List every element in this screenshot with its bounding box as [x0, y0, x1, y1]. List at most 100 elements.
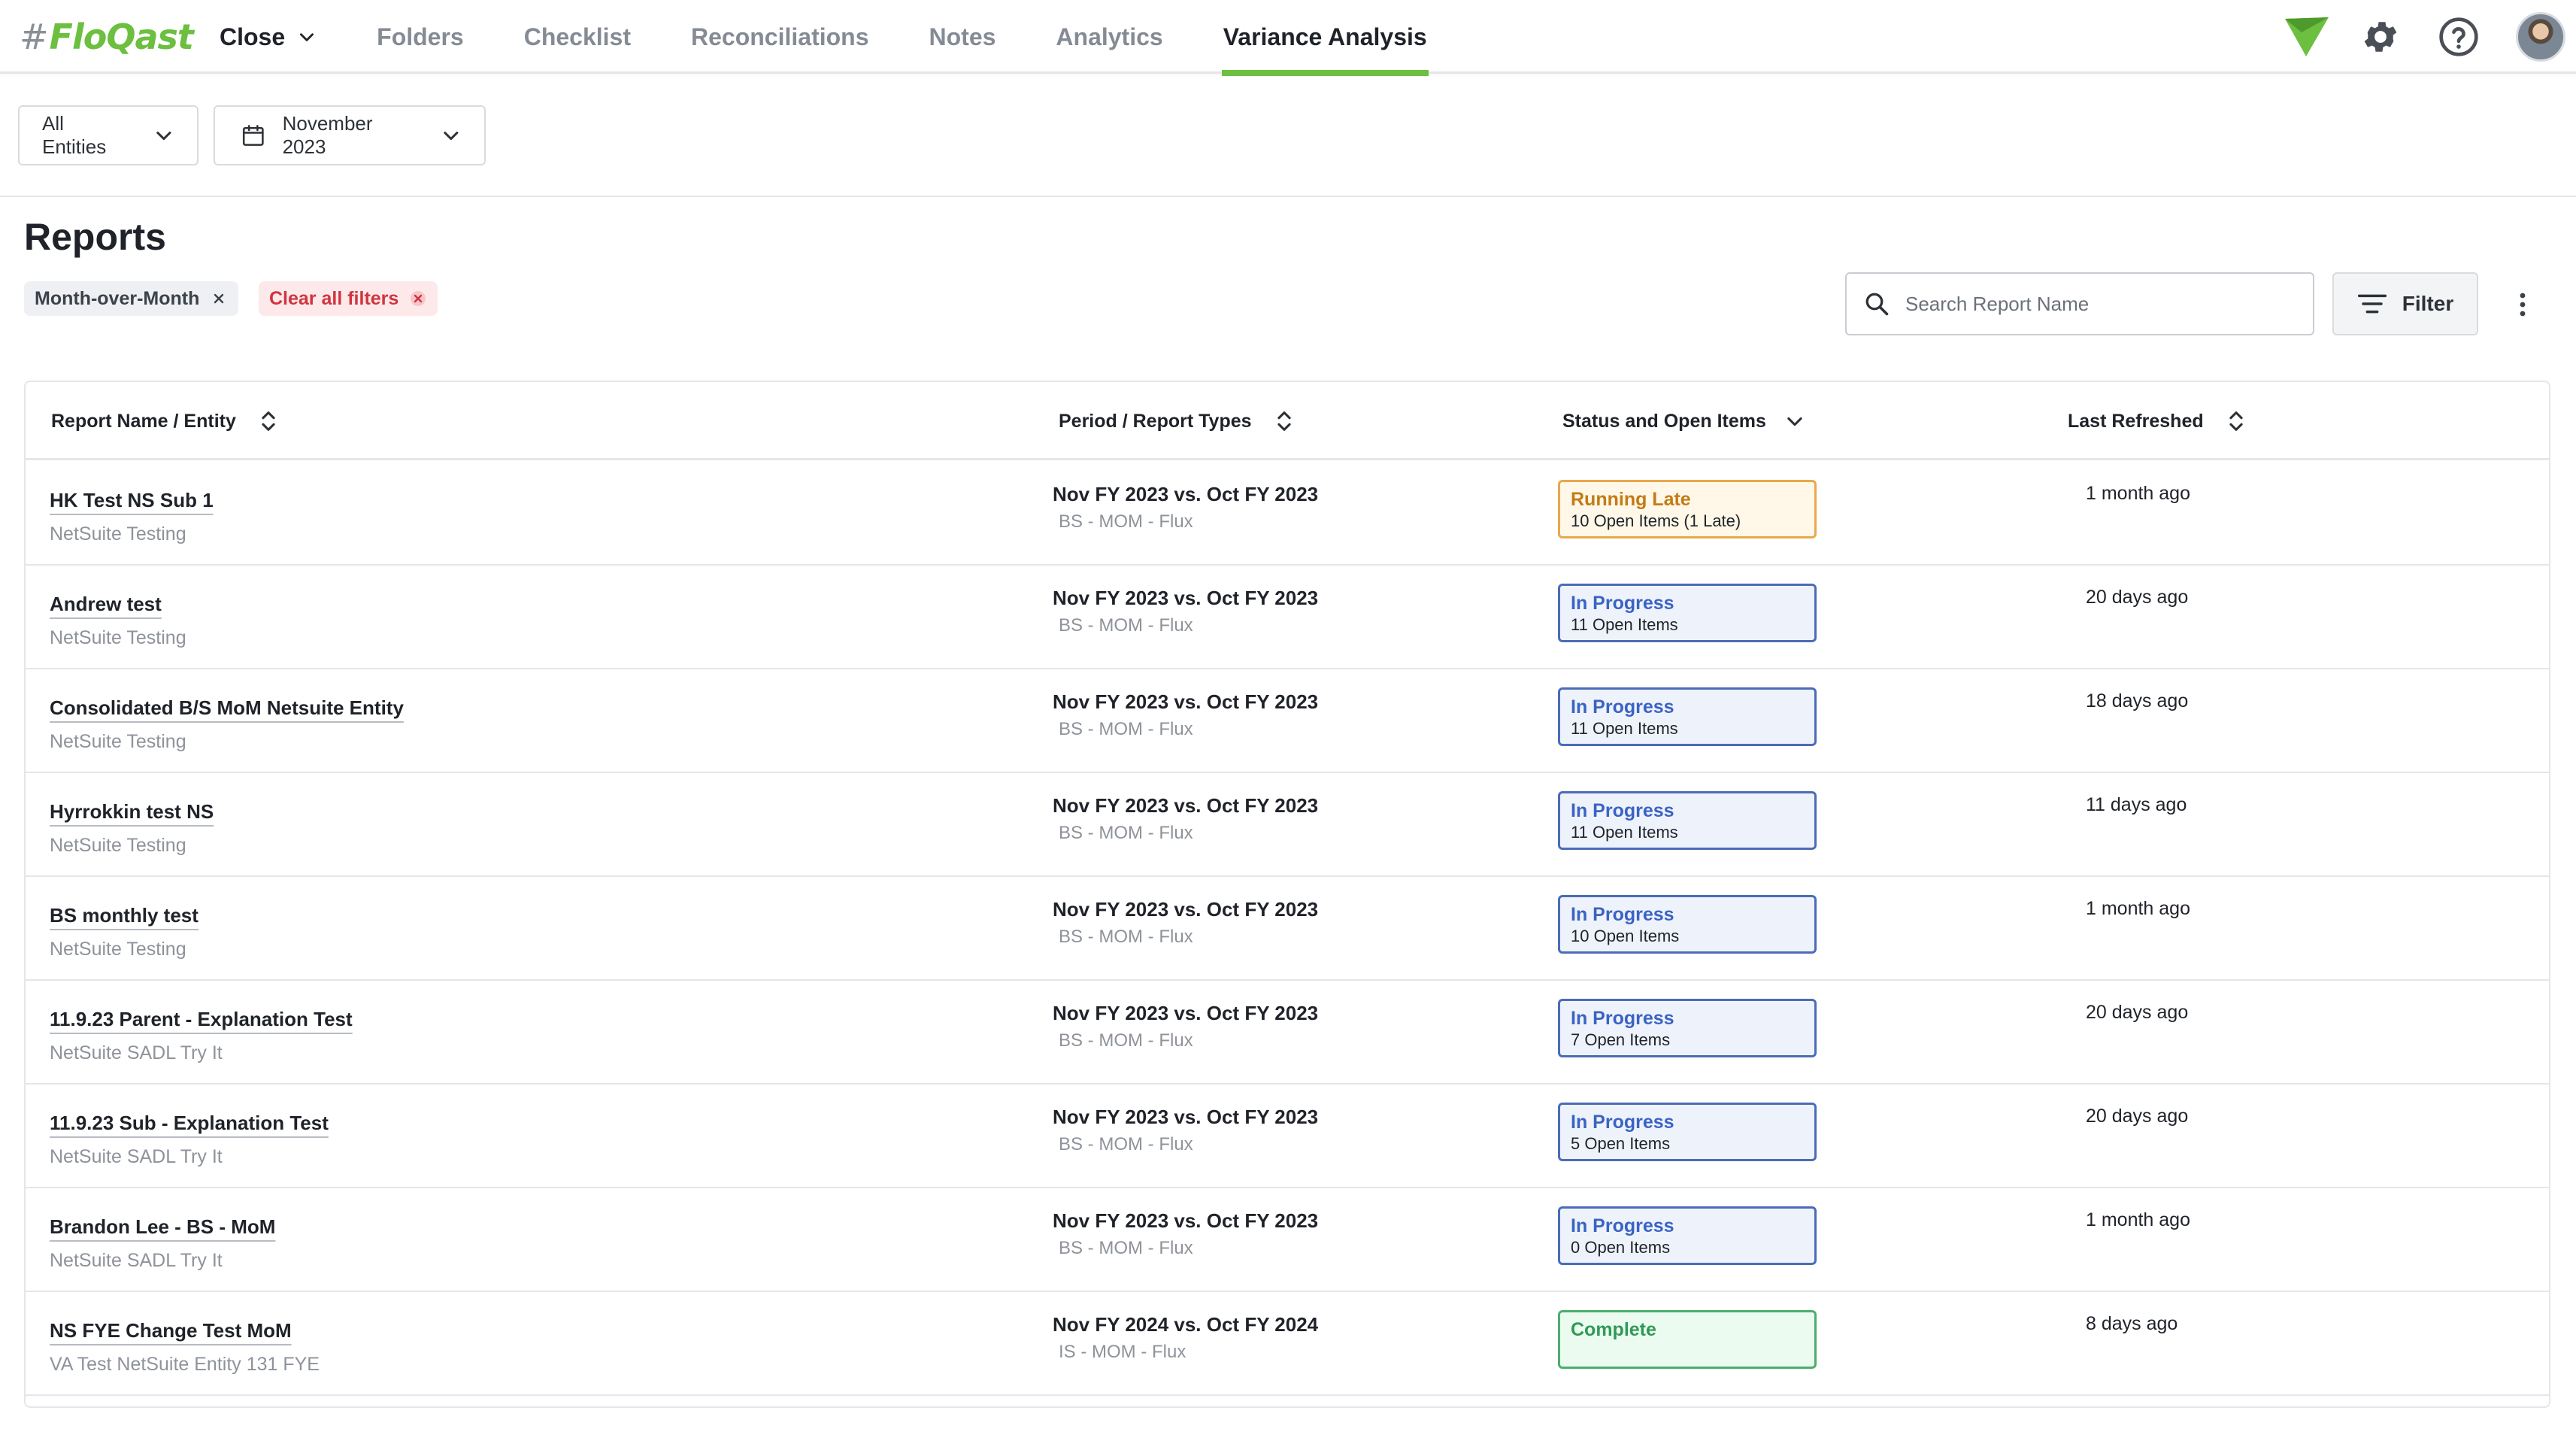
table-row[interactable]: 11.9.23 Sub - Explanation Test NetSuite …: [26, 1085, 2549, 1188]
status-badge[interactable]: In Progress 5 Open Items: [1558, 1103, 1817, 1161]
avatar[interactable]: [2516, 12, 2565, 62]
last-refreshed: 1 month ago: [2086, 1209, 2190, 1230]
sort-icon[interactable]: [1274, 408, 1294, 434]
report-period: Nov FY 2023 vs. Oct FY 2023: [1053, 1106, 1319, 1128]
table-row[interactable]: Hyrrokkin test NS NetSuite Testing Nov F…: [26, 773, 2549, 877]
reports-table: Report Name / Entity Period / Report Typ…: [24, 381, 2550, 1408]
tab-folders[interactable]: Folders: [375, 0, 465, 74]
report-entity: NetSuite SADL Try It: [50, 1250, 223, 1271]
status-label: In Progress: [1571, 1112, 1674, 1133]
filter-lines-icon: [2357, 294, 2387, 314]
table-row[interactable]: Andrew test NetSuite Testing Nov FY 2023…: [26, 566, 2549, 669]
report-name-link[interactable]: HK Test NS Sub 1: [50, 489, 214, 512]
status-badge[interactable]: In Progress 10 Open Items: [1558, 895, 1817, 954]
report-entity: NetSuite Testing: [50, 731, 186, 752]
report-period: Nov FY 2023 vs. Oct FY 2023: [1053, 898, 1319, 921]
status-badge[interactable]: In Progress 11 Open Items: [1558, 791, 1817, 850]
tab-notes[interactable]: Notes: [928, 0, 998, 74]
chevron-down-icon[interactable]: [1784, 411, 1805, 432]
column-header-status[interactable]: Status and Open Items: [1562, 382, 1805, 460]
status-badge[interactable]: Running Late 10 Open Items (1 Late): [1558, 480, 1817, 538]
status-label: Complete: [1571, 1319, 1656, 1340]
close-icon[interactable]: [210, 290, 228, 308]
tab-variance-analysis[interactable]: Variance Analysis: [1221, 0, 1429, 76]
table-row[interactable]: BS monthly test NetSuite Testing Nov FY …: [26, 877, 2549, 981]
tab-checklist-label: Checklist: [523, 23, 631, 50]
status-label: In Progress: [1571, 1008, 1674, 1029]
column-header-last-refreshed[interactable]: Last Refreshed: [2068, 382, 2246, 460]
report-name-link[interactable]: Hyrrokkin test NS: [50, 800, 214, 824]
report-types: BS - MOM - Flux: [1059, 615, 1193, 636]
column-header-label: Last Refreshed: [2068, 410, 2204, 432]
clear-all-filters-chip[interactable]: Clear all filters: [259, 281, 438, 316]
filter-chip-month-over-month: Month-over-Month: [24, 281, 239, 316]
table-row[interactable]: NS FYE Change Test MoM VA Test NetSuite …: [26, 1292, 2549, 1396]
report-name-link[interactable]: 11.9.23 Parent - Explanation Test: [50, 1008, 353, 1031]
open-items-count: 10 Open Items: [1571, 927, 1680, 945]
table-row[interactable]: HK Test NS Sub 1 NetSuite Testing Nov FY…: [26, 462, 2549, 566]
table-row[interactable]: Consolidated B/S MoM Netsuite Entity Net…: [26, 669, 2549, 773]
table-row[interactable]: 11.9.23 Parent - Explanation Test NetSui…: [26, 981, 2549, 1085]
tab-analytics[interactable]: Analytics: [1054, 0, 1164, 74]
more-options-icon[interactable]: [2511, 286, 2534, 323]
tab-close[interactable]: Close: [218, 0, 318, 74]
report-types: BS - MOM - Flux: [1059, 719, 1193, 739]
entity-dropdown[interactable]: All Entities: [18, 105, 199, 165]
tab-reconciliations-label: Reconciliations: [691, 23, 869, 50]
column-header-report-name[interactable]: Report Name / Entity: [51, 382, 278, 460]
table-header: Report Name / Entity Period / Report Typ…: [26, 382, 2549, 460]
main-nav-tabs: Close Folders Checklist Reconciliations …: [218, 0, 1486, 76]
open-items-count: 10 Open Items (1 Late): [1571, 511, 1741, 530]
report-name-link[interactable]: Brandon Lee - BS - MoM: [50, 1215, 275, 1239]
table-row[interactable]: Brandon Lee - BS - MoM NetSuite SADL Try…: [26, 1188, 2549, 1292]
status-badge[interactable]: In Progress 7 Open Items: [1558, 999, 1817, 1057]
tab-folders-label: Folders: [377, 23, 464, 50]
status-label: In Progress: [1571, 1215, 1674, 1236]
open-items-count: 11 Open Items: [1571, 615, 1678, 634]
filter-bar: All Entities November 2023: [0, 74, 2576, 197]
last-refreshed: 11 days ago: [2086, 794, 2187, 815]
close-circle-icon[interactable]: [409, 290, 427, 308]
status-badge[interactable]: Complete: [1558, 1310, 1817, 1369]
report-types: BS - MOM - Flux: [1059, 1030, 1193, 1051]
status-badge[interactable]: In Progress 0 Open Items: [1558, 1206, 1817, 1265]
period-dropdown[interactable]: November 2023: [214, 105, 486, 165]
status-badge[interactable]: In Progress 11 Open Items: [1558, 584, 1817, 642]
tab-analytics-label: Analytics: [1056, 23, 1163, 50]
sort-icon[interactable]: [2226, 408, 2246, 434]
report-name-link[interactable]: Andrew test: [50, 593, 162, 616]
column-header-period[interactable]: Period / Report Types: [1059, 382, 1294, 460]
report-period: Nov FY 2024 vs. Oct FY 2024: [1053, 1313, 1319, 1336]
sort-icon[interactable]: [259, 408, 278, 434]
gear-icon[interactable]: [2356, 13, 2405, 61]
search-input[interactable]: [1905, 292, 2296, 316]
tab-reconciliations[interactable]: Reconciliations: [689, 0, 871, 74]
floqast-mark-icon[interactable]: [2283, 13, 2331, 61]
last-refreshed: 20 days ago: [2086, 587, 2189, 608]
floqast-logo[interactable]: # FloQast: [20, 15, 194, 59]
tab-checklist[interactable]: Checklist: [523, 0, 632, 74]
status-label: In Progress: [1571, 904, 1674, 925]
report-entity: NetSuite SADL Try It: [50, 1146, 223, 1167]
filter-button[interactable]: Filter: [2332, 272, 2478, 335]
report-period: Nov FY 2023 vs. Oct FY 2023: [1053, 587, 1319, 609]
report-name-link[interactable]: BS monthly test: [50, 904, 199, 927]
status-label: In Progress: [1571, 593, 1674, 614]
report-name-link[interactable]: NS FYE Change Test MoM: [50, 1319, 292, 1342]
chevron-down-icon: [300, 33, 314, 41]
tab-variance-analysis-label: Variance Analysis: [1223, 23, 1427, 50]
report-name-link[interactable]: Consolidated B/S MoM Netsuite Entity: [50, 696, 404, 720]
last-refreshed: 1 month ago: [2086, 898, 2190, 919]
report-types: BS - MOM - Flux: [1059, 511, 1193, 532]
report-name-link[interactable]: 11.9.23 Sub - Explanation Test: [50, 1112, 329, 1135]
last-refreshed: 20 days ago: [2086, 1002, 2189, 1023]
calendar-icon: [242, 125, 264, 146]
search-report-field: [1845, 272, 2314, 335]
report-types: BS - MOM - Flux: [1059, 823, 1193, 843]
status-badge[interactable]: In Progress 11 Open Items: [1558, 687, 1817, 746]
help-icon[interactable]: [2435, 13, 2483, 61]
chevron-down-icon: [444, 132, 459, 141]
report-entity: NetSuite Testing: [50, 939, 186, 960]
logo-hash: #: [20, 17, 49, 57]
report-types: BS - MOM - Flux: [1059, 1238, 1193, 1258]
